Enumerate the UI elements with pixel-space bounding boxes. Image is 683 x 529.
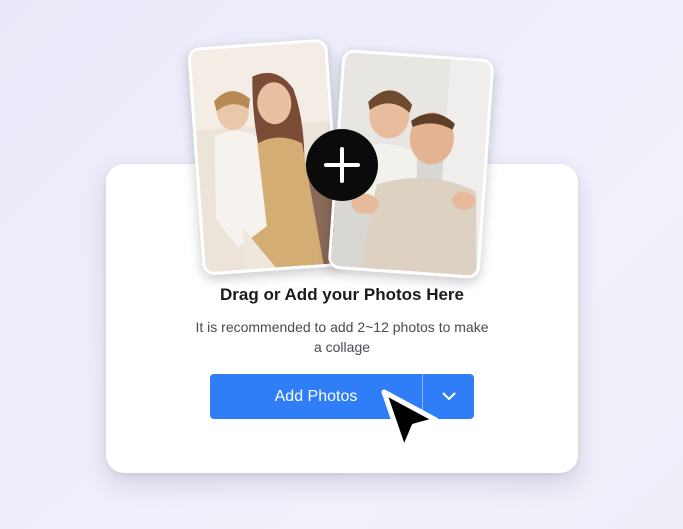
plus-icon (324, 147, 360, 183)
mouse-pointer-icon (381, 389, 439, 453)
upload-subtitle-line-2: a collage (313, 339, 371, 355)
upload-title: Drag or Add your Photos Here (219, 285, 464, 304)
upload-subtitle-line-1: It is recommended to add 2~12 photos to … (195, 319, 489, 335)
upload-subtitle: It is recommended to add 2~12 photos to … (170, 317, 514, 357)
add-photo-plus-button[interactable] (306, 129, 378, 201)
